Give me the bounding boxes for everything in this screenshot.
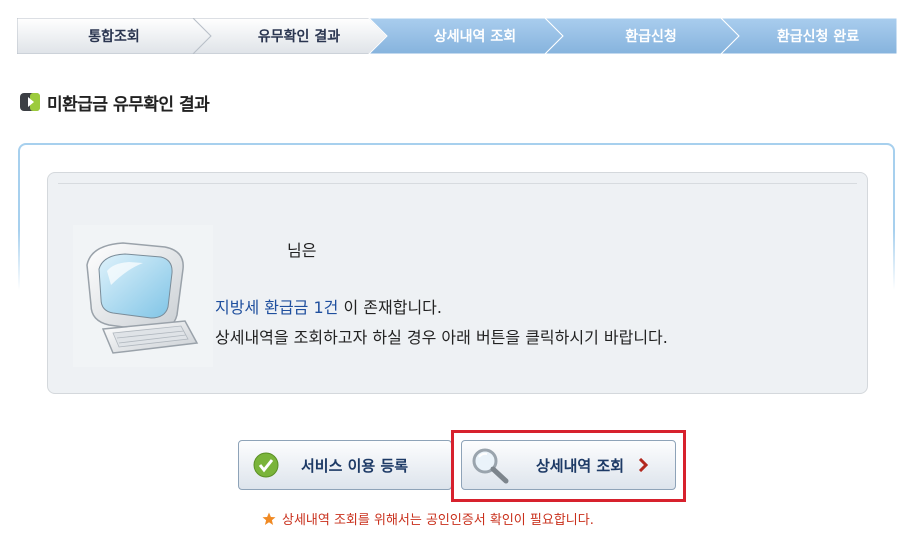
section-heading: 미환급금 유무확인 결과 — [19, 90, 210, 115]
message-name-line: 님은 — [287, 241, 317, 260]
certificate-note: 상세내역 조회를 위해서는 공인인증서 확인이 필요합니다. — [262, 509, 594, 528]
computer-icon — [73, 225, 213, 367]
step-3: 상세내역 조회 — [433, 29, 517, 45]
highlight-frame — [451, 430, 686, 502]
refund-count-highlight: 지방세 환급금 1건 — [215, 298, 339, 317]
progress-steps: 통합조회 유무확인 결과 상세내역 조회 환급신청 환급신청 완료 — [17, 18, 897, 54]
divider — [58, 183, 857, 184]
message-refund-line: 지방세 환급금 1건 이 존재합니다. — [215, 294, 442, 318]
step-4: 환급신청 — [625, 29, 677, 45]
panel-fade-left — [18, 230, 20, 290]
star-icon — [262, 512, 276, 525]
message-instruction-line: 상세내역을 조회하고자 하실 경우 아래 버튼을 클릭하시기 바랍니다. — [215, 328, 668, 347]
check-icon — [253, 452, 279, 478]
step-1: 통합조회 — [88, 29, 140, 45]
page-title: 미환급금 유무확인 결과 — [47, 94, 210, 115]
certificate-note-text: 상세내역 조회를 위해서는 공인인증서 확인이 필요합니다. — [282, 513, 594, 528]
service-register-label: 서비스 이용 등록 — [301, 456, 409, 475]
step-2-current: 유무확인 결과 — [257, 29, 341, 45]
panel-fade-right — [893, 230, 895, 290]
bullet-icon — [20, 93, 40, 111]
step-5: 환급신청 완료 — [776, 29, 860, 45]
refund-count-rest: 이 존재합니다. — [338, 298, 442, 317]
service-register-button[interactable]: 서비스 이용 등록 — [238, 440, 452, 490]
